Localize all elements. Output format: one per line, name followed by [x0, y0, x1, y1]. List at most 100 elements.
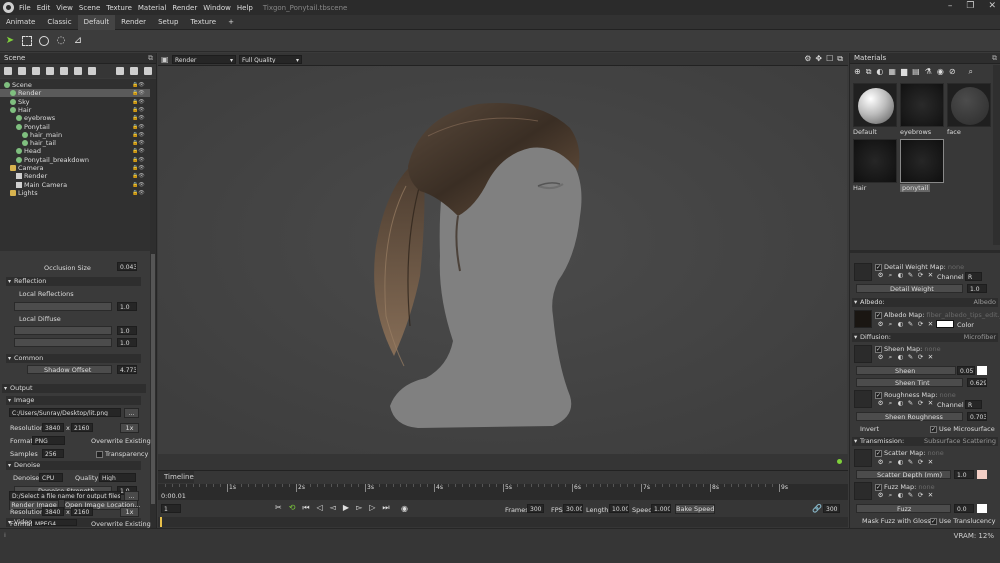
tab-animate[interactable]: Animate — [0, 15, 41, 30]
rough-gear-icon[interactable]: ⚙ — [877, 400, 884, 407]
material-folder-icon[interactable]: ▆ — [901, 67, 907, 77]
fuzz-field[interactable]: 0.0 — [954, 504, 974, 513]
bake-speed-button[interactable]: Bake Speed — [675, 504, 715, 514]
visibility-lock-icon[interactable]: 🔒👁 — [132, 98, 146, 106]
visibility-lock-icon[interactable]: 🔒👁 — [132, 123, 146, 131]
albedo-clear-icon[interactable]: ✕ — [927, 321, 934, 328]
visibility-lock-icon[interactable]: 🔒👁 — [132, 172, 146, 180]
material-thumb-default[interactable] — [853, 83, 897, 127]
scene-tree-item[interactable]: Main Camera 🔒👁 — [0, 181, 150, 189]
circle-select-icon[interactable] — [38, 35, 50, 47]
denoise-device-dropdown[interactable]: CPU — [39, 473, 63, 482]
record-icon[interactable]: ◉ — [401, 504, 408, 513]
format-dropdown[interactable]: PNG — [32, 436, 65, 445]
menu-window[interactable]: Window — [203, 4, 231, 12]
prev-key-icon[interactable]: ◁ — [317, 503, 323, 513]
add-light-icon[interactable] — [18, 67, 26, 75]
fuzz-gear-icon[interactable]: ⚙ — [877, 492, 884, 499]
albedo-edit-icon[interactable]: ✎ — [907, 321, 914, 328]
rough-clear-icon[interactable]: ✕ — [927, 400, 934, 407]
roughness-map-thumb[interactable] — [854, 390, 872, 408]
clear-icon[interactable]: ✕ — [927, 272, 934, 279]
next-key-icon[interactable]: ▷ — [369, 503, 375, 513]
apply-material-icon[interactable]: ◐ — [876, 67, 883, 77]
step-back-icon[interactable]: ◅ — [330, 503, 336, 513]
timeline-ruler[interactable]: 0:00.01 1s 2s 3s 4s 5s 6s 7s 8s 9s — [158, 484, 848, 500]
material-thumb-face[interactable] — [947, 83, 991, 127]
visibility-lock-icon[interactable]: 🔒👁 — [132, 181, 146, 189]
scatter-map-thumb[interactable] — [854, 449, 872, 467]
tab-setup[interactable]: Setup — [152, 15, 184, 30]
menu-render[interactable]: Render — [172, 4, 197, 12]
link-icon[interactable]: 🔗 — [812, 504, 822, 513]
length-field[interactable]: 10.000 — [609, 504, 629, 513]
fuzz-map-thumb[interactable] — [854, 482, 872, 500]
scene-tree-item[interactable]: Scene 🔒👁 — [0, 81, 150, 89]
merge-icon[interactable]: ◉ — [937, 67, 944, 77]
detail-weight-field[interactable]: 1.0 — [967, 284, 987, 293]
video-res-multiplier-dropdown[interactable]: 1x — [120, 507, 139, 517]
visibility-lock-icon[interactable]: 🔒👁 — [132, 131, 146, 139]
scene-tree-item[interactable]: Lights 🔒👁 — [0, 189, 150, 197]
scatter-refresh-icon[interactable]: ⟳ — [917, 459, 924, 466]
samples-field[interactable]: 256 — [42, 449, 64, 458]
video-res-height-field[interactable]: 2160 — [71, 507, 93, 516]
fuzz-dropper-icon[interactable]: ◐ — [897, 492, 904, 499]
sheen-refresh-icon[interactable]: ⟳ — [917, 354, 924, 361]
reflection-section[interactable]: Reflection — [6, 277, 141, 286]
rough-channel-dropdown[interactable]: R — [965, 400, 982, 409]
maximize-view-icon[interactable]: ☐ — [826, 54, 833, 64]
add-shadow-icon[interactable] — [60, 67, 68, 75]
sheen-dropper-icon[interactable]: ◐ — [897, 354, 904, 361]
edit-icon[interactable]: ✎ — [907, 272, 914, 279]
add-object-icon[interactable] — [4, 67, 12, 75]
trash-icon[interactable] — [144, 67, 152, 75]
polygon-select-icon[interactable]: ⊿ — [72, 35, 84, 47]
image-section[interactable]: Image — [6, 396, 141, 405]
play-icon[interactable]: ▶ — [343, 503, 349, 513]
roughness-map-checkbox[interactable] — [875, 391, 882, 399]
res-multiplier-dropdown[interactable]: 1x — [120, 423, 139, 433]
video-browse-button[interactable]: ... — [124, 491, 139, 501]
gear-icon[interactable]: ⚙ — [877, 272, 884, 279]
visibility-lock-icon[interactable]: 🔒👁 — [132, 139, 146, 147]
scene-tree-item[interactable]: Render 🔒👁 — [0, 89, 150, 98]
tab-default[interactable]: Default — [77, 14, 116, 30]
tab-render[interactable]: Render — [115, 15, 152, 30]
visibility-lock-icon[interactable]: 🔒👁 — [132, 189, 146, 197]
menu-help[interactable]: Help — [237, 4, 253, 12]
materials-popout-icon[interactable]: ⧉ — [992, 53, 997, 64]
materials-scrollbar[interactable] — [993, 65, 1000, 245]
scatter-map-checkbox[interactable] — [875, 449, 882, 457]
scatter-color-swatch[interactable] — [977, 470, 987, 479]
fuzz-clear-icon[interactable]: ✕ — [927, 492, 934, 499]
scene-tree-item[interactable]: hair_tail 🔒👁 — [0, 139, 150, 147]
duplicate-icon[interactable] — [130, 67, 138, 75]
add-camera-icon[interactable] — [32, 67, 40, 75]
rough-dropper-icon[interactable]: ◐ — [897, 400, 904, 407]
albedo-type-dropdown[interactable]: Albedo — [974, 298, 996, 307]
scatter-dropper-icon[interactable]: ◐ — [897, 459, 904, 466]
end-frame-field[interactable]: 300 — [823, 504, 840, 513]
camera-icon[interactable]: ▣ — [161, 55, 169, 64]
use-translucency-checkbox[interactable] — [930, 517, 937, 525]
sheen-search-icon[interactable]: ⌕ — [887, 354, 894, 361]
use-microsurface-checkbox[interactable] — [930, 425, 937, 433]
material-thumb-ponytail[interactable] — [900, 139, 944, 183]
fuzz-search-icon[interactable]: ⌕ — [887, 492, 894, 499]
video-res-width-field[interactable]: 3840 — [42, 507, 64, 516]
add-material-icon[interactable]: ⊕ — [854, 67, 861, 77]
scene-tree-item[interactable]: Hair 🔒👁 — [0, 106, 150, 114]
channel-dropdown[interactable]: R — [965, 272, 982, 281]
rect-select-icon[interactable] — [21, 35, 33, 47]
reflection-slider[interactable] — [14, 302, 112, 311]
output-section[interactable]: Output — [2, 384, 146, 393]
scatter-search-icon[interactable]: ⌕ — [887, 459, 894, 466]
picker-icon[interactable]: ⚗ — [925, 67, 932, 77]
quality-mode-dropdown[interactable]: Full Quality ▾ — [239, 55, 302, 64]
sheen-field[interactable]: 0.057 — [957, 366, 975, 375]
sheen-tint-field[interactable]: 0.629 — [967, 378, 987, 387]
fps-field[interactable]: 30.000 — [563, 504, 583, 513]
scene-tree-item[interactable]: Camera 🔒👁 — [0, 164, 150, 172]
select-arrow-icon[interactable]: ➤ — [4, 35, 16, 47]
